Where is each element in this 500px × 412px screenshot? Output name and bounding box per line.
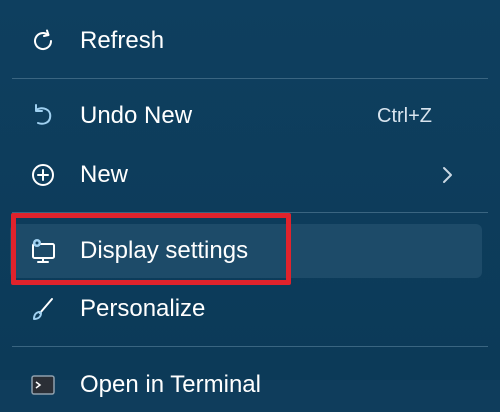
menu-item-label: Personalize	[80, 295, 206, 322]
menu-item-personalize[interactable]: Personalize	[10, 282, 482, 336]
divider	[12, 346, 488, 347]
terminal-icon	[28, 370, 58, 400]
divider	[12, 78, 488, 79]
menu-item-label: Refresh	[80, 27, 165, 54]
brush-icon	[28, 294, 58, 324]
menu-item-label: Undo New	[80, 102, 193, 129]
context-menu: Refresh Undo New Ctrl+Z New Display sett…	[0, 0, 500, 398]
annotation-highlight-box	[11, 213, 291, 285]
chevron-right-icon	[440, 162, 456, 188]
menu-item-open-in-terminal[interactable]: Open in Terminal	[10, 358, 482, 412]
undo-icon	[28, 101, 58, 131]
shortcut-text: Ctrl+Z	[377, 105, 432, 127]
menu-item-label: New	[80, 161, 129, 188]
menu-item-undo-new[interactable]: Undo New Ctrl+Z	[10, 89, 482, 143]
plus-circle-icon	[28, 160, 58, 190]
menu-item-label: Open in Terminal	[80, 371, 261, 398]
refresh-icon	[28, 26, 58, 56]
menu-item-new[interactable]: New	[10, 148, 482, 202]
menu-item-refresh[interactable]: Refresh	[10, 14, 482, 68]
